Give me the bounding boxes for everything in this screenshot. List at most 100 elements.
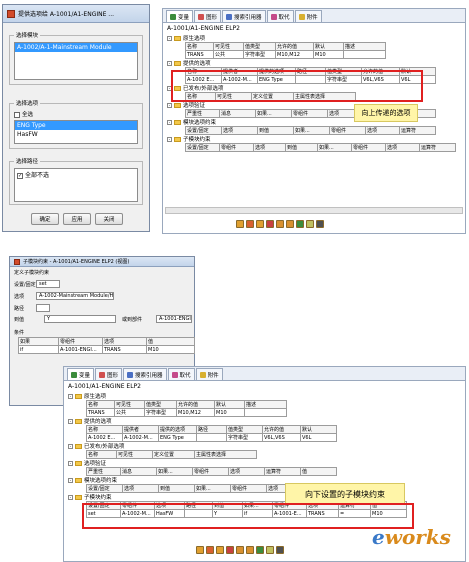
- tab-attachments[interactable]: 附件: [195, 368, 223, 380]
- pencil-icon[interactable]: [306, 220, 314, 228]
- section-constraints[interactable]: - 模块选项约束: [163, 118, 465, 126]
- setfix-select[interactable]: set: [36, 280, 60, 288]
- move-up-icon[interactable]: [236, 546, 244, 554]
- table-row[interactable]: TRANS 公共 字符串型 M10,M12 M10: [86, 408, 287, 417]
- section-origin[interactable]: - 原生选项: [64, 392, 465, 400]
- col-header: 默认: [313, 42, 344, 51]
- published-table: 名称 可见性 定义位置 主属性表选择: [86, 450, 257, 459]
- section-label: 选项验证: [84, 461, 107, 467]
- collapse-icon[interactable]: -: [167, 102, 172, 108]
- col-header: 如果...: [317, 143, 352, 152]
- collapse-icon[interactable]: -: [68, 443, 73, 449]
- collapse-icon[interactable]: -: [68, 477, 73, 483]
- select-all-checkbox[interactable]: 全选: [14, 110, 33, 118]
- col-header: 可见性: [213, 42, 244, 51]
- origin-table: 名称 可见性 值类型 允许的值 默认 描述 TRANS 公共 字符串型 M10,M12 M10: [86, 400, 287, 417]
- section-origin[interactable]: - 原生选项: [163, 34, 465, 42]
- module-select[interactable]: A-1002-Mainstream Module/HasFW: [36, 292, 114, 300]
- tab-attachments[interactable]: 附件: [294, 10, 322, 22]
- graphics-icon: [198, 13, 205, 20]
- table-row[interactable]: if A-1001-ENGI... TRANS M10: [18, 345, 195, 354]
- tab-variables[interactable]: 变量: [166, 10, 194, 22]
- cursor-icon[interactable]: [276, 546, 284, 554]
- col-header: 主属性表选择: [194, 450, 257, 459]
- options-listbox[interactable]: ENG Type HasFW: [14, 120, 138, 144]
- tab-where-referenced[interactable]: 搜索引用器: [222, 10, 266, 22]
- path-select[interactable]: [36, 304, 50, 312]
- tab-where-referenced[interactable]: 搜索引用器: [123, 368, 167, 380]
- section-inherited[interactable]: - 提供的选项: [64, 417, 465, 425]
- move-down-icon[interactable]: [286, 220, 294, 228]
- module-list-item[interactable]: A-1002/A-1-Mainstream Module: [15, 43, 137, 52]
- tab-variables[interactable]: 变量: [67, 368, 95, 380]
- section-child[interactable]: - 子模块约束: [163, 135, 465, 143]
- section-rules[interactable]: - 选项验证: [163, 101, 465, 109]
- tab-supersede[interactable]: 取代: [266, 10, 294, 22]
- ok-button[interactable]: 确定: [31, 213, 59, 225]
- move-up-icon[interactable]: [276, 220, 284, 228]
- tab-graphics[interactable]: 图形: [95, 368, 123, 380]
- collapse-icon[interactable]: -: [167, 60, 172, 66]
- validate-icon[interactable]: [296, 220, 304, 228]
- supersede-icon: [270, 13, 277, 20]
- collapse-icon[interactable]: -: [167, 136, 172, 142]
- path-listbox[interactable]: ✓ 全部不选: [14, 168, 138, 202]
- section-inherited[interactable]: - 提供的选项: [163, 59, 465, 67]
- horizontal-scrollbar[interactable]: [165, 207, 463, 214]
- col-header: 允许的值: [176, 400, 215, 409]
- component-field[interactable]: A-1001-ENGINE: [156, 315, 192, 323]
- close-button[interactable]: 关闭: [95, 213, 123, 225]
- attachment-icon: [199, 371, 206, 378]
- inherited-table: 名称 提供者 提供的选项 路径 值类型 允许的值 默认 A-1002 E... A-1002-…: [86, 425, 337, 442]
- folder-icon: [174, 60, 181, 66]
- edit-icon[interactable]: [246, 220, 254, 228]
- cursor-icon[interactable]: [316, 220, 324, 228]
- delete-icon[interactable]: [226, 546, 234, 554]
- module-listbox[interactable]: A-1002/A-1-Mainstream Module: [14, 42, 138, 80]
- tab-graphics[interactable]: 图形: [194, 10, 222, 22]
- edit-icon[interactable]: [206, 546, 214, 554]
- annotation-callout: 向下设置的子模块约束: [285, 483, 405, 505]
- collapse-icon[interactable]: -: [68, 418, 73, 424]
- cell[interactable]: TRANS: [102, 345, 147, 354]
- section-published[interactable]: - 已发布/外部选项: [64, 442, 465, 450]
- collapse-icon[interactable]: -: [68, 460, 73, 466]
- table-row[interactable]: TRANS 公共 字符串型 M10,M12 M10: [185, 50, 386, 59]
- option-item[interactable]: HasFW: [15, 130, 137, 139]
- col-header: 路径: [196, 425, 227, 434]
- setfix-label: 设置/固定: [14, 282, 36, 288]
- tab-supersede[interactable]: 取代: [167, 368, 195, 380]
- options-group-label: 选择选项: [14, 99, 41, 107]
- variant-panel-top: 变量 图形 搜索引用器 取代 附件 A-1001/A1-ENGINE ELP2 …: [162, 8, 466, 234]
- tab-label: 取代: [278, 14, 290, 21]
- collapse-icon[interactable]: -: [68, 393, 73, 399]
- col-header: 运算符: [399, 126, 436, 135]
- table-row[interactable]: A-1002 E... A-1002-M... ENG Type 字符串型 V6L,V6…: [86, 433, 337, 442]
- option-item[interactable]: ENG Type: [15, 121, 137, 130]
- collapse-icon[interactable]: -: [167, 35, 172, 41]
- validate-icon[interactable]: [256, 546, 264, 554]
- move-down-icon[interactable]: [246, 546, 254, 554]
- copy-icon[interactable]: [216, 546, 224, 554]
- apply-button[interactable]: 应用: [63, 213, 91, 225]
- add-icon[interactable]: [196, 546, 204, 554]
- add-icon[interactable]: [236, 220, 244, 228]
- value-select[interactable]: Y: [44, 315, 116, 323]
- cell[interactable]: if: [18, 345, 59, 354]
- pencil-icon[interactable]: [266, 546, 274, 554]
- col-header: 名称: [86, 425, 123, 434]
- cell[interactable]: M10: [146, 345, 195, 354]
- section-label: 选项验证: [183, 103, 206, 109]
- path-item[interactable]: ✓ 全部不选: [15, 169, 137, 180]
- collapse-icon[interactable]: -: [167, 119, 172, 125]
- col-header: 严重性: [86, 467, 121, 476]
- tab-label: 搜索引用器: [234, 14, 262, 21]
- copy-icon[interactable]: [256, 220, 264, 228]
- section-label: 提供的选项: [183, 61, 211, 67]
- cell: 字符串型: [144, 408, 177, 417]
- cell[interactable]: A-1001-ENGI...: [58, 345, 103, 354]
- section-rules[interactable]: - 选项验证: [64, 459, 465, 467]
- collapse-icon[interactable]: -: [68, 494, 73, 500]
- cell: [343, 50, 386, 59]
- delete-icon[interactable]: [266, 220, 274, 228]
